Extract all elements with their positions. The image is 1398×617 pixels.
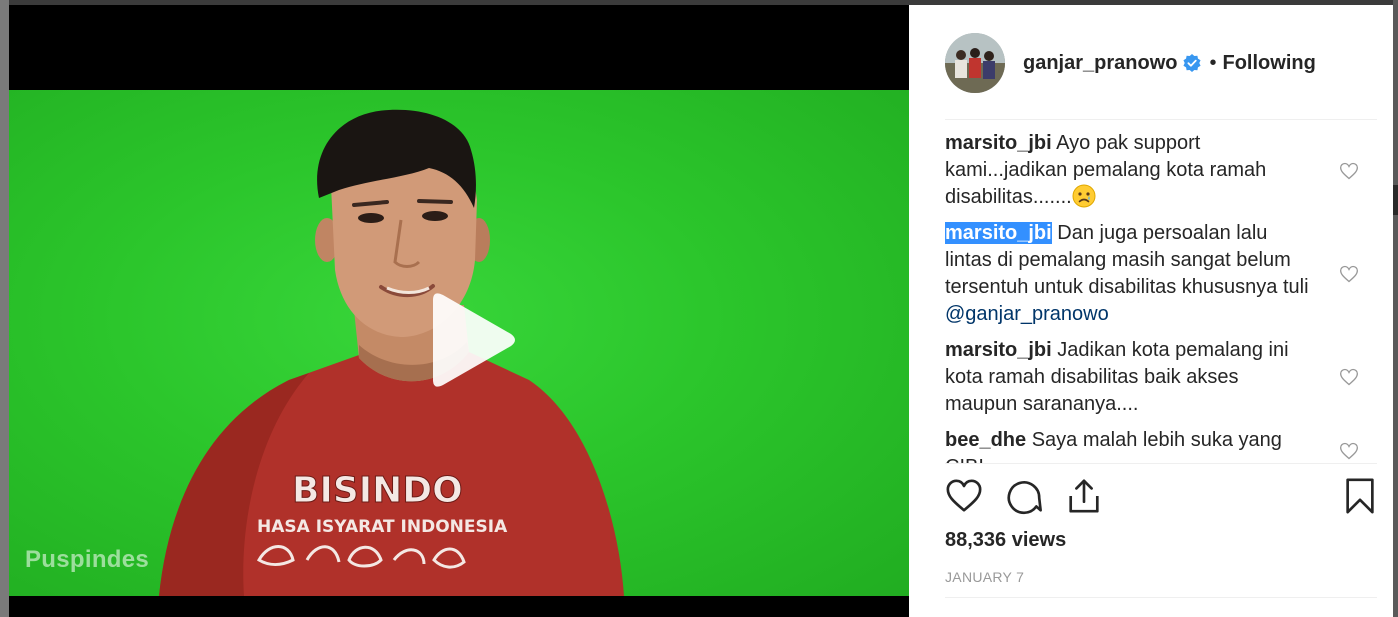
- post-author-username[interactable]: ganjar_pranowo: [1023, 52, 1177, 75]
- comment-username-selected[interactable]: marsito_jbi: [945, 222, 1052, 244]
- comments-list[interactable]: marsito_jbi Ayo pak support kami...jadik…: [945, 130, 1377, 463]
- view-count[interactable]: 88,336 views: [945, 529, 1066, 552]
- comment-like-heart-icon[interactable]: [1339, 264, 1359, 284]
- backdrop-right: [1393, 0, 1398, 617]
- header-divider: [945, 119, 1377, 120]
- comment-item: marsito_jbi Jadikan kota pemalang ini ko…: [945, 337, 1377, 418]
- footer-divider: [945, 597, 1377, 598]
- comment-text-block: marsito_jbi Ayo pak support kami...jadik…: [945, 130, 1315, 211]
- comment-username[interactable]: marsito_jbi: [945, 339, 1052, 361]
- comment-item: bee_dhe Saya malah lebih suka yang CIBI: [945, 427, 1377, 463]
- video-frame: BISINDO HASA ISYARAT INDONESIA Puspindes: [9, 90, 909, 596]
- comment-item: marsito_jbi Ayo pak support kami...jadik…: [945, 130, 1377, 211]
- bookmark-icon[interactable]: [1341, 477, 1379, 515]
- comment-text-block: marsito_jbi Dan juga persoalan lalu lint…: [945, 220, 1315, 328]
- post-side-panel: ganjar_pranowo • Following marsito_jbi A…: [909, 5, 1393, 617]
- header-separator: •: [1209, 51, 1217, 74]
- actions-divider: [945, 463, 1377, 464]
- comment-bubble-icon[interactable]: [1005, 477, 1043, 515]
- backdrop-left: [0, 0, 9, 617]
- shirt-title: BISINDO: [292, 470, 463, 511]
- post-header: ganjar_pranowo • Following: [945, 33, 1385, 93]
- post-date[interactable]: JANUARY 7: [945, 569, 1024, 585]
- backdrop-right-mark: [1393, 185, 1398, 215]
- post-actions-bar: [945, 477, 1377, 517]
- comment-like-heart-icon[interactable]: [1339, 441, 1359, 461]
- heart-icon[interactable]: [945, 477, 983, 515]
- share-icon[interactable]: [1065, 477, 1103, 515]
- avatar[interactable]: [945, 33, 1005, 93]
- comment-mention-link[interactable]: @ganjar_pranowo: [945, 303, 1109, 325]
- play-icon[interactable]: [419, 290, 519, 390]
- comment-text-block: marsito_jbi Jadikan kota pemalang ini ko…: [945, 337, 1315, 418]
- comment-text-block: bee_dhe Saya malah lebih suka yang CIBI: [945, 427, 1315, 463]
- sad-face-emoji-icon: [1072, 184, 1096, 208]
- video-watermark: Puspindes: [25, 546, 150, 573]
- avatar-photo: [945, 33, 1005, 93]
- verified-badge-icon: [1183, 54, 1202, 72]
- comment-like-heart-icon[interactable]: [1339, 367, 1359, 387]
- shirt-subtitle: HASA ISYARAT INDONESIA: [257, 517, 508, 537]
- comment-username[interactable]: bee_dhe: [945, 429, 1026, 451]
- following-button[interactable]: Following: [1223, 52, 1316, 75]
- comment-item: marsito_jbi Dan juga persoalan lalu lint…: [945, 220, 1377, 328]
- comment-username[interactable]: marsito_jbi: [945, 132, 1052, 154]
- video-player[interactable]: BISINDO HASA ISYARAT INDONESIA Puspindes: [9, 5, 909, 617]
- comment-like-heart-icon[interactable]: [1339, 161, 1359, 181]
